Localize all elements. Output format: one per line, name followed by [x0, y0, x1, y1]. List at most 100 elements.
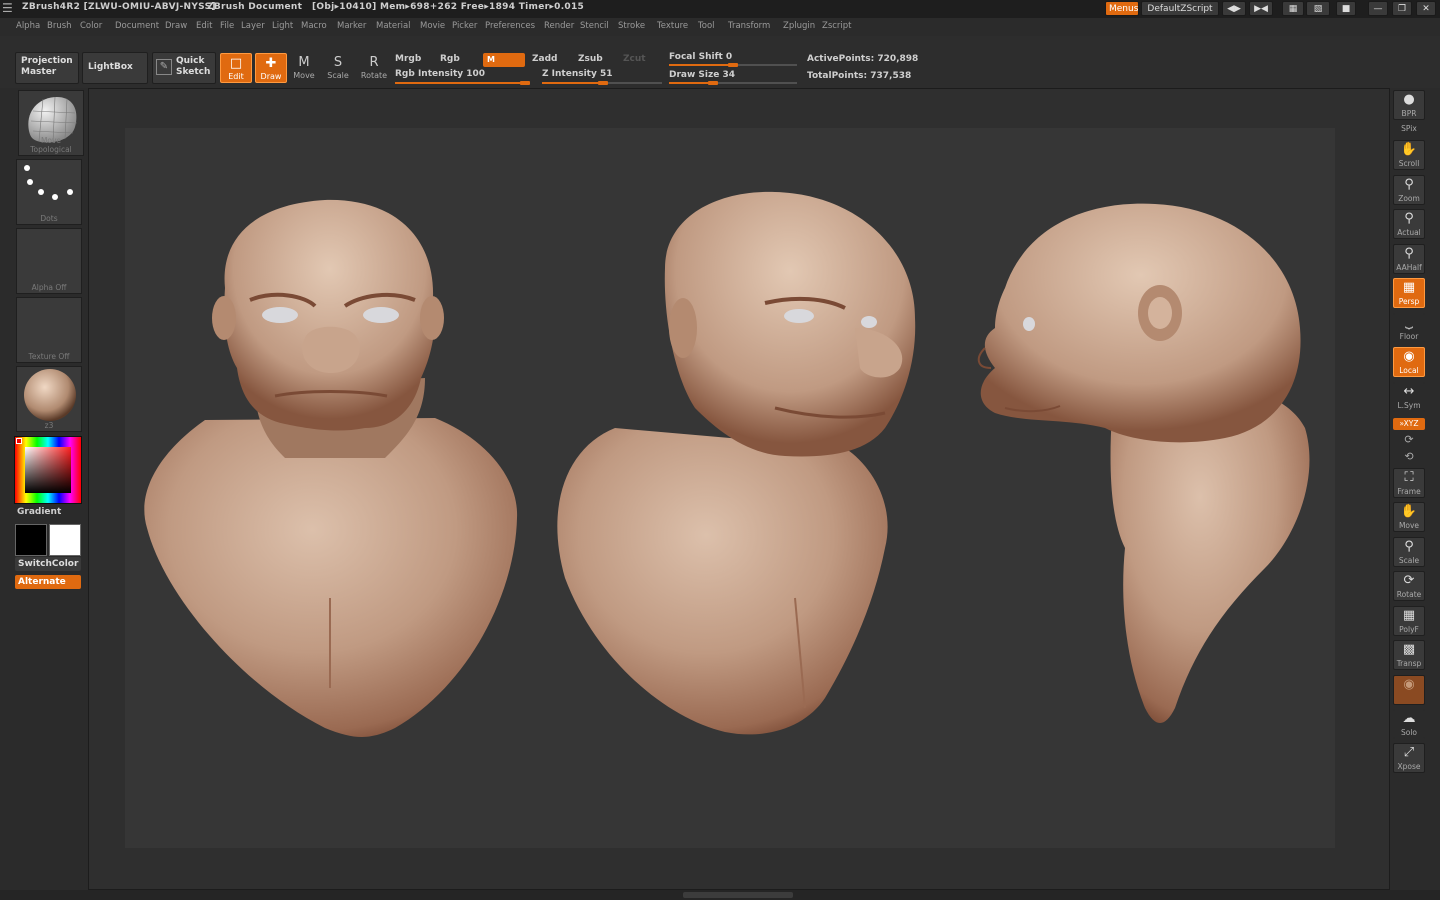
move-view-button[interactable]: ✋ Move [1393, 502, 1425, 532]
layout-icon[interactable]: ▦ [1282, 1, 1304, 16]
rotate-label: Rotate [360, 71, 388, 80]
rgb-intensity-label: Rgb Intensity 100 [395, 69, 486, 79]
maximize-icon[interactable]: ❐ [1392, 1, 1412, 16]
material-thumbnail[interactable]: z3 [16, 366, 82, 432]
rotate-y-icon[interactable]: ⟳ [1393, 433, 1425, 446]
mrgb-button[interactable]: Mrgb [395, 54, 421, 64]
transp-button[interactable]: ▩ Transp [1393, 640, 1425, 670]
gradient-label[interactable]: Gradient [17, 507, 61, 517]
menu-tool[interactable]: Tool [698, 21, 715, 31]
quick-sketch-button[interactable]: ✎ Quick Sketch [152, 52, 216, 84]
zoom-button[interactable]: ⚲ Zoom [1393, 175, 1425, 205]
menu-color[interactable]: Color [80, 21, 102, 31]
menu-picker[interactable]: Picker [452, 21, 477, 31]
menu-texture[interactable]: Texture [657, 21, 688, 31]
frame-button[interactable]: ⛶ Frame [1393, 468, 1425, 498]
scale-view-button[interactable]: ⚲ Scale [1393, 537, 1425, 567]
menu-brush[interactable]: Brush [47, 21, 72, 31]
draw-mode-button[interactable]: ✚ Draw [255, 53, 287, 83]
z-intensity-slider[interactable] [542, 81, 662, 85]
shrink-ui-icon[interactable]: ◀▶ [1222, 1, 1246, 16]
actual-button[interactable]: ⚲ Actual [1393, 209, 1425, 239]
solo-button[interactable]: ☁ Solo [1393, 709, 1425, 739]
menu-movie[interactable]: Movie [420, 21, 445, 31]
top-toolbar: Projection Master LightBox ✎ Quick Sketc… [0, 36, 1440, 88]
bpr-button[interactable]: ● BPR [1393, 90, 1425, 120]
brush-thumbnail[interactable]: Move Topological [18, 90, 84, 156]
zcut-button[interactable]: Zcut [623, 54, 646, 64]
xyz-button[interactable]: »XYZ [1393, 418, 1425, 430]
stroke-thumbnail[interactable]: Dots [16, 159, 82, 225]
persp-button[interactable]: ▦ Persp [1393, 278, 1425, 308]
menu-zscript[interactable]: Zscript [822, 21, 852, 31]
rotate-mode-button[interactable]: R Rotate [358, 53, 390, 83]
app-title: ZBrush4R2 [ZLWU-OMIU-ABVJ-NYSS] [22, 2, 216, 12]
rotate-z-icon[interactable]: ⟲ [1393, 450, 1425, 463]
slider-knob[interactable] [520, 81, 530, 85]
default-zscript-button[interactable]: DefaultZScript [1141, 1, 1219, 16]
menu-document[interactable]: Document [115, 21, 159, 31]
lightbox-button[interactable]: LightBox [82, 52, 148, 84]
menu-file[interactable]: File [220, 21, 234, 31]
edit-mode-button[interactable]: □ Edit [220, 53, 252, 83]
lsym-button[interactable]: ↔ L.Sym [1393, 382, 1425, 412]
menu-edit[interactable]: Edit [196, 21, 212, 31]
menu-draw[interactable]: Draw [165, 21, 187, 31]
zoom-label: Zoom [1398, 194, 1420, 203]
texture-thumbnail[interactable]: Texture Off [16, 297, 82, 363]
bottom-tray-handle[interactable] [683, 892, 793, 898]
menu-zplugin[interactable]: Zplugin [783, 21, 815, 31]
layout-alt-icon[interactable]: ▧ [1306, 1, 1330, 16]
zadd-button[interactable]: Zadd [532, 54, 557, 64]
focal-shift-slider[interactable] [669, 63, 797, 67]
color-picker[interactable] [14, 436, 82, 504]
menu-stroke[interactable]: Stroke [618, 21, 645, 31]
menu-transform[interactable]: Transform [728, 21, 770, 31]
minimize-icon[interactable]: — [1368, 1, 1388, 16]
slider-knob[interactable] [707, 81, 718, 85]
alpha-thumbnail[interactable]: Alpha Off [16, 228, 82, 294]
menu-marker[interactable]: Marker [337, 21, 366, 31]
main-color-swatch[interactable] [15, 524, 47, 556]
rgb-button[interactable]: Rgb [440, 54, 460, 64]
switch-color-button[interactable]: SwitchColor [15, 557, 81, 571]
slider-knob[interactable] [598, 81, 609, 85]
scroll-button[interactable]: ✋ Scroll [1393, 140, 1425, 170]
scale-magnifier-icon: ⚲ [1404, 539, 1414, 554]
slider-knob[interactable] [728, 63, 738, 67]
menu-light[interactable]: Light [272, 21, 293, 31]
polyf-button[interactable]: ▦ PolyF [1393, 606, 1425, 636]
scale-mode-button[interactable]: S Scale [322, 53, 354, 83]
menu-macro[interactable]: Macro [301, 21, 327, 31]
rotate-view-button[interactable]: ⟳ Rotate [1393, 571, 1425, 601]
solo-label: Solo [1400, 728, 1418, 737]
expand-ui-icon[interactable]: ▶◀ [1249, 1, 1273, 16]
menu-material[interactable]: Material [376, 21, 411, 31]
move-mode-button[interactable]: M Move [288, 53, 320, 83]
draw-size-slider[interactable] [669, 81, 797, 85]
xpose-button[interactable]: ⤢ Xpose [1393, 743, 1425, 773]
ghost-button[interactable]: ◉ [1393, 675, 1425, 705]
menu-stencil[interactable]: Stencil [580, 21, 609, 31]
menus-button[interactable]: Menus [1105, 1, 1139, 16]
alternate-button[interactable]: Alternate [15, 575, 81, 589]
floor-button[interactable]: ⏟ Floor [1393, 313, 1425, 343]
menu-preferences[interactable]: Preferences [485, 21, 535, 31]
menu-alpha[interactable]: Alpha [16, 21, 40, 31]
secondary-color-swatch[interactable] [49, 524, 81, 556]
m-channel-button[interactable]: M [483, 53, 525, 67]
projection-master-button[interactable]: Projection Master [15, 52, 79, 84]
spix-label[interactable]: SPix [1393, 124, 1425, 133]
bpr-sphere-icon: ● [1403, 92, 1415, 107]
color-saturation-square[interactable] [25, 447, 71, 493]
local-button[interactable]: ◉ Local [1393, 347, 1425, 377]
aahalf-button[interactable]: ⚲ AAHalf [1393, 244, 1425, 274]
persp-label: Persp [1398, 297, 1420, 306]
menu-render[interactable]: Render [544, 21, 574, 31]
document-area[interactable] [125, 128, 1335, 848]
rgb-intensity-slider[interactable] [395, 81, 530, 85]
menu-layer[interactable]: Layer [241, 21, 265, 31]
zsub-button[interactable]: Zsub [578, 54, 603, 64]
lock-icon[interactable]: ■ [1336, 1, 1356, 16]
close-icon[interactable]: ✕ [1416, 1, 1436, 16]
